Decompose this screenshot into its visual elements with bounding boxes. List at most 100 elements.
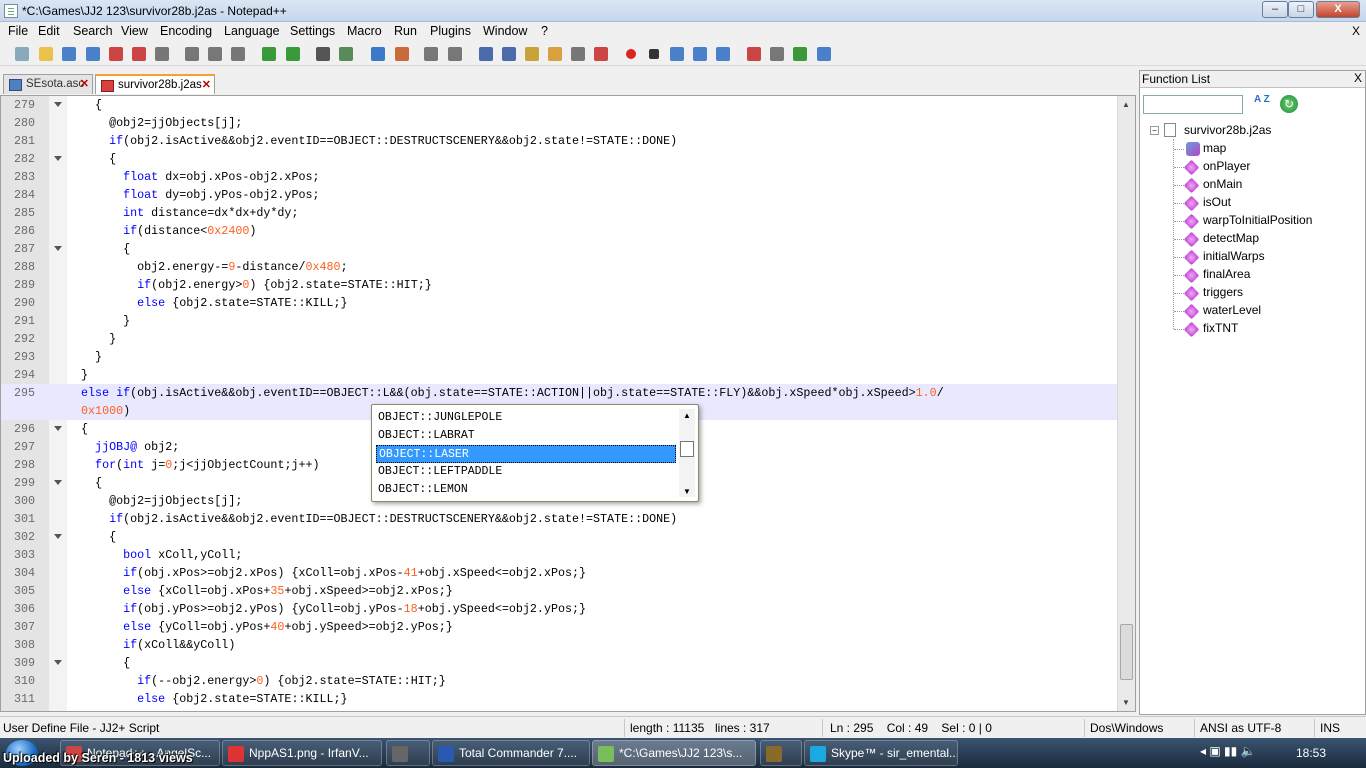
code-text[interactable]: } <box>67 366 88 384</box>
run-macro-multi-icon[interactable] <box>691 45 709 63</box>
code-line[interactable]: 280 @obj2=jjObjects[j]; <box>1 114 1117 132</box>
menu-macro[interactable]: Macro <box>347 24 382 38</box>
editor-vertical-scrollbar[interactable]: ▲ ▼ <box>1117 96 1135 711</box>
record-macro-icon[interactable] <box>622 45 640 63</box>
function-search-input[interactable] <box>1143 95 1243 114</box>
save-macro-icon[interactable] <box>714 45 732 63</box>
autocomplete-item[interactable]: OBJECT::JUNGLEPOLE <box>376 409 676 427</box>
code-line[interactable]: 288 obj2.energy-=9-distance/0x480; <box>1 258 1117 276</box>
autocomplete-scrollbar[interactable]: ▲ ▼ <box>679 409 695 497</box>
code-line[interactable]: 281 if(obj2.isActive&&obj2.eventID==OBJE… <box>1 132 1117 150</box>
menu-settings[interactable]: Settings <box>290 24 335 38</box>
code-line[interactable]: 289 if(obj2.energy>0) {obj2.state=STATE:… <box>1 276 1117 294</box>
code-line[interactable]: 294 } <box>1 366 1117 384</box>
menu-file[interactable]: File <box>8 24 28 38</box>
code-line[interactable]: 285 int distance=dx*dx+dy*dy; <box>1 204 1117 222</box>
code-text[interactable]: @obj2=jjObjects[j]; <box>67 114 242 132</box>
code-text[interactable]: if(distance<0x2400) <box>67 222 256 240</box>
fold-marker-icon[interactable] <box>54 660 62 665</box>
close-panel-button[interactable]: X <box>1354 71 1362 85</box>
code-line[interactable]: 304 if(obj.xPos>=obj2.xPos) {xColl=obj.x… <box>1 564 1117 582</box>
zoom-in-icon[interactable] <box>369 45 387 63</box>
code-line[interactable]: 302 { <box>1 528 1117 546</box>
redo-icon[interactable] <box>284 45 302 63</box>
code-text[interactable]: else {obj2.state=STATE::KILL;} <box>67 294 347 312</box>
taskbar-item[interactable] <box>386 740 430 766</box>
tab-sesota-asc[interactable]: SEsota.asc ✕ <box>3 74 93 94</box>
save-icon[interactable] <box>60 45 78 63</box>
preview-icon[interactable] <box>791 45 809 63</box>
close-window-button[interactable]: X <box>1316 1 1360 18</box>
code-line[interactable]: 308 if(xColl&&yColl) <box>1 636 1117 654</box>
close-tab-icon[interactable]: ✕ <box>80 77 89 90</box>
fold-marker-icon[interactable] <box>54 534 62 539</box>
copy-icon[interactable] <box>206 45 224 63</box>
code-text[interactable]: } <box>67 312 130 330</box>
spell-settings-icon[interactable] <box>768 45 786 63</box>
code-line[interactable]: 310 if(--obj2.energy>0) {obj2.state=STAT… <box>1 672 1117 690</box>
code-text[interactable]: { <box>67 240 130 258</box>
code-text[interactable]: if(obj.xPos>=obj2.xPos) {xColl=obj.xPos-… <box>67 564 586 582</box>
code-line[interactable]: 305 else {xColl=obj.xPos+35+obj.xSpeed>=… <box>1 582 1117 600</box>
close-tab-icon[interactable]: ✕ <box>202 78 211 91</box>
code-text[interactable]: for(int j=0;j<jjObjectCount;j++) <box>67 456 319 474</box>
menu-window[interactable]: Window <box>483 24 527 38</box>
code-text[interactable]: if(obj2.isActive&&obj2.eventID==OBJECT::… <box>67 510 677 528</box>
code-text[interactable]: { <box>67 96 102 114</box>
system-tray[interactable]: ◂ ▣ ▮▮ 🔈 <box>1200 744 1256 758</box>
menu-view[interactable]: View <box>121 24 148 38</box>
code-text[interactable]: int distance=dx*dx+dy*dy; <box>67 204 298 222</box>
code-text[interactable]: } <box>67 330 116 348</box>
code-line[interactable]: 311 else {obj2.state=STATE::KILL;} <box>1 690 1117 708</box>
check-icon[interactable] <box>815 45 833 63</box>
menu-run[interactable]: Run <box>394 24 417 38</box>
code-text[interactable]: } <box>67 348 102 366</box>
scrollbar-thumb[interactable] <box>680 441 694 457</box>
undo-icon[interactable] <box>260 45 278 63</box>
autocomplete-item[interactable]: OBJECT::LABRAT <box>376 427 676 445</box>
new-icon[interactable] <box>13 45 31 63</box>
sync-h-icon[interactable] <box>446 45 464 63</box>
menu-encoding[interactable]: Encoding <box>160 24 212 38</box>
scroll-up-arrow-icon[interactable]: ▲ <box>1122 100 1130 109</box>
code-text[interactable]: else {obj2.state=STATE::KILL;} <box>67 690 347 708</box>
code-line[interactable]: 283 float dx=obj.xPos-obj2.xPos; <box>1 168 1117 186</box>
close-document-button[interactable]: X <box>1352 24 1360 38</box>
taskbar-item[interactable]: Skype™ - sir_emental... <box>804 740 958 766</box>
menu-search[interactable]: Search <box>73 24 113 38</box>
code-line[interactable]: 295 else if(obj.isActive&&obj.eventID==O… <box>1 384 1117 402</box>
scrollbar-thumb[interactable] <box>1120 624 1133 680</box>
code-text[interactable]: if(obj2.isActive&&obj2.eventID==OBJECT::… <box>67 132 677 150</box>
maximize-button[interactable]: □ <box>1288 1 1314 18</box>
code-text[interactable]: { <box>67 150 116 168</box>
zoom-out-icon[interactable] <box>393 45 411 63</box>
autocomplete-popup[interactable]: OBJECT::JUNGLEPOLE OBJECT::LABRAT OBJECT::… <box>371 404 699 502</box>
code-text[interactable]: { <box>67 528 116 546</box>
code-line[interactable]: 292 } <box>1 330 1117 348</box>
code-line[interactable]: 301 if(obj2.isActive&&obj2.eventID==OBJE… <box>1 510 1117 528</box>
code-text[interactable]: 0x1000) <box>67 402 130 420</box>
save-all-icon[interactable] <box>84 45 102 63</box>
code-text[interactable]: if(--obj2.energy>0) {obj2.state=STATE::H… <box>67 672 446 690</box>
spell-check-icon[interactable] <box>745 45 763 63</box>
taskbar-item[interactable] <box>760 740 802 766</box>
autocomplete-item[interactable]: OBJECT::LASER <box>376 445 676 463</box>
code-text[interactable]: if(obj.yPos>=obj2.yPos) {yColl=obj.yPos-… <box>67 600 586 618</box>
code-line[interactable]: 286 if(distance<0x2400) <box>1 222 1117 240</box>
menu-edit[interactable]: Edit <box>38 24 60 38</box>
print-icon[interactable] <box>153 45 171 63</box>
autocomplete-item[interactable]: OBJECT::LEMON <box>376 481 676 499</box>
fold-marker-icon[interactable] <box>54 156 62 161</box>
autocomplete-item[interactable]: OBJECT::LEFTPADDLE <box>376 463 676 481</box>
code-line[interactable]: 284 float dy=obj.yPos-obj2.yPos; <box>1 186 1117 204</box>
code-text[interactable]: { <box>67 474 102 492</box>
close-all-icon[interactable] <box>130 45 148 63</box>
udl-icon[interactable] <box>546 45 564 63</box>
fold-marker-icon[interactable] <box>54 246 62 251</box>
code-line[interactable]: 293 } <box>1 348 1117 366</box>
stop-record-icon[interactable] <box>645 45 663 63</box>
show-all-chars-icon[interactable] <box>500 45 518 63</box>
collapse-icon[interactable]: − <box>1150 126 1159 135</box>
find-icon[interactable] <box>314 45 332 63</box>
fold-marker-icon[interactable] <box>54 480 62 485</box>
